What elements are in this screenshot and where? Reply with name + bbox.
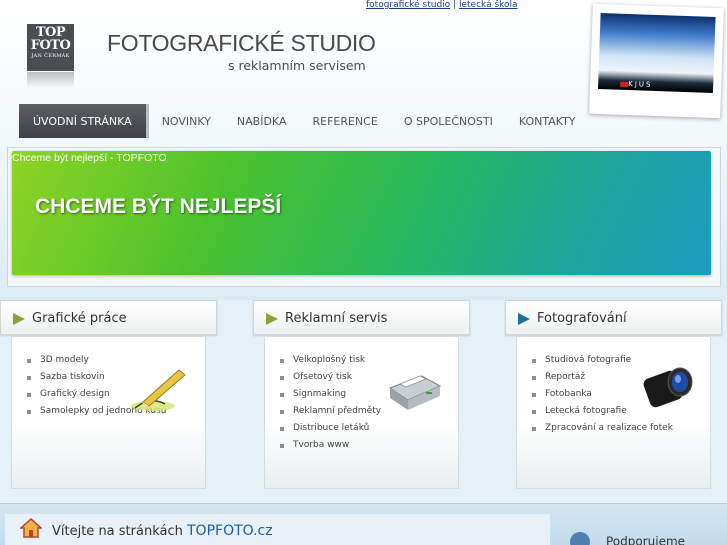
welcome-text: Vítejte na stránkách TOPFOTO.cz: [52, 523, 273, 539]
box-body-advertising: Velkoplošný tisk Ofsetový tisk Signmakin…: [264, 336, 459, 489]
arrow-icon: [13, 313, 25, 325]
top-link-photo-studio[interactable]: fotografické studio: [366, 0, 450, 10]
welcome-bar: Vítejte na stránkách TOPFOTO.cz Podporuj…: [0, 503, 727, 545]
top-links: fotografické studio | letecká škola: [366, 0, 518, 10]
box-title-advertising: Reklamní servis: [285, 311, 388, 326]
box-body-photography: Studiová fotografie Reportáž Fotobanka L…: [516, 336, 711, 489]
header-photo-caption: KJUS: [628, 80, 653, 89]
support-label: Podporujeme: [606, 534, 686, 545]
menu-item-news[interactable]: NOVINKY: [149, 104, 224, 138]
menu-item-home[interactable]: ÚVODNÍ STRÁNKA: [19, 104, 149, 138]
box-title-photography: Fotografování: [537, 311, 627, 326]
main-menu: ÚVODNÍ STRÁNKA NOVINKY NABÍDKA REFERENCE…: [19, 104, 589, 138]
menu-item-references[interactable]: REFERENCE: [299, 104, 390, 138]
logo-line-foto: FOTO: [30, 38, 71, 53]
list-item[interactable]: Zpracování a realizace fotek: [532, 420, 710, 437]
top-link-separator: |: [453, 0, 457, 10]
box-header-photography[interactable]: Fotografování: [505, 300, 722, 335]
camera-lens-icon: [643, 367, 693, 408]
box-header-graphics[interactable]: Grafické práce: [0, 300, 217, 335]
arrow-icon: [518, 313, 530, 325]
logo-line-name: JAN ČERMÁK: [31, 53, 70, 59]
globe-icon: [570, 532, 590, 545]
list-item[interactable]: Distribuce letáků: [280, 420, 458, 437]
home-icon: [20, 518, 42, 538]
site-subtitle: s reklamním servisem: [228, 58, 366, 73]
menu-item-about[interactable]: O SPOLEČNOSTI: [391, 104, 506, 138]
logo-line-top: TOP: [35, 25, 66, 40]
box-header-advertising[interactable]: Reklamní servis: [253, 300, 470, 335]
site-title: FOTOGRAFICKÉ STUDIO: [107, 30, 376, 56]
hero-banner: Chceme být nejlepší - TOPFOTO CHCEME BÝT…: [12, 151, 711, 275]
banner-headline: CHCEME BÝT NEJLEPŠÍ: [35, 195, 282, 218]
pencil-icon: [131, 369, 186, 411]
header-photo: KJUS: [589, 3, 724, 119]
welcome-prefix: Vítejte na stránkách: [52, 524, 183, 539]
support-section: Podporujeme: [570, 532, 685, 545]
brand-mark-icon: [620, 81, 629, 88]
menu-item-offer[interactable]: NABÍDKA: [224, 104, 300, 138]
menu-item-contacts[interactable]: KONTAKTY: [506, 104, 589, 138]
box-title-graphics: Grafické práce: [32, 311, 127, 326]
banner-caption: Chceme být nejlepší - TOPFOTO: [12, 152, 167, 164]
top-link-flight-school[interactable]: letecká škola: [459, 0, 518, 10]
printer-icon: [388, 375, 442, 410]
logo-reflection: [27, 72, 74, 88]
header-photo-image: KJUS: [597, 13, 716, 93]
list-item[interactable]: Tvorba www: [280, 437, 458, 454]
welcome-site-name[interactable]: TOPFOTO.cz: [187, 523, 273, 539]
arrow-icon: [266, 313, 278, 325]
site-logo[interactable]: TOP FOTO JAN ČERMÁK: [27, 24, 74, 71]
